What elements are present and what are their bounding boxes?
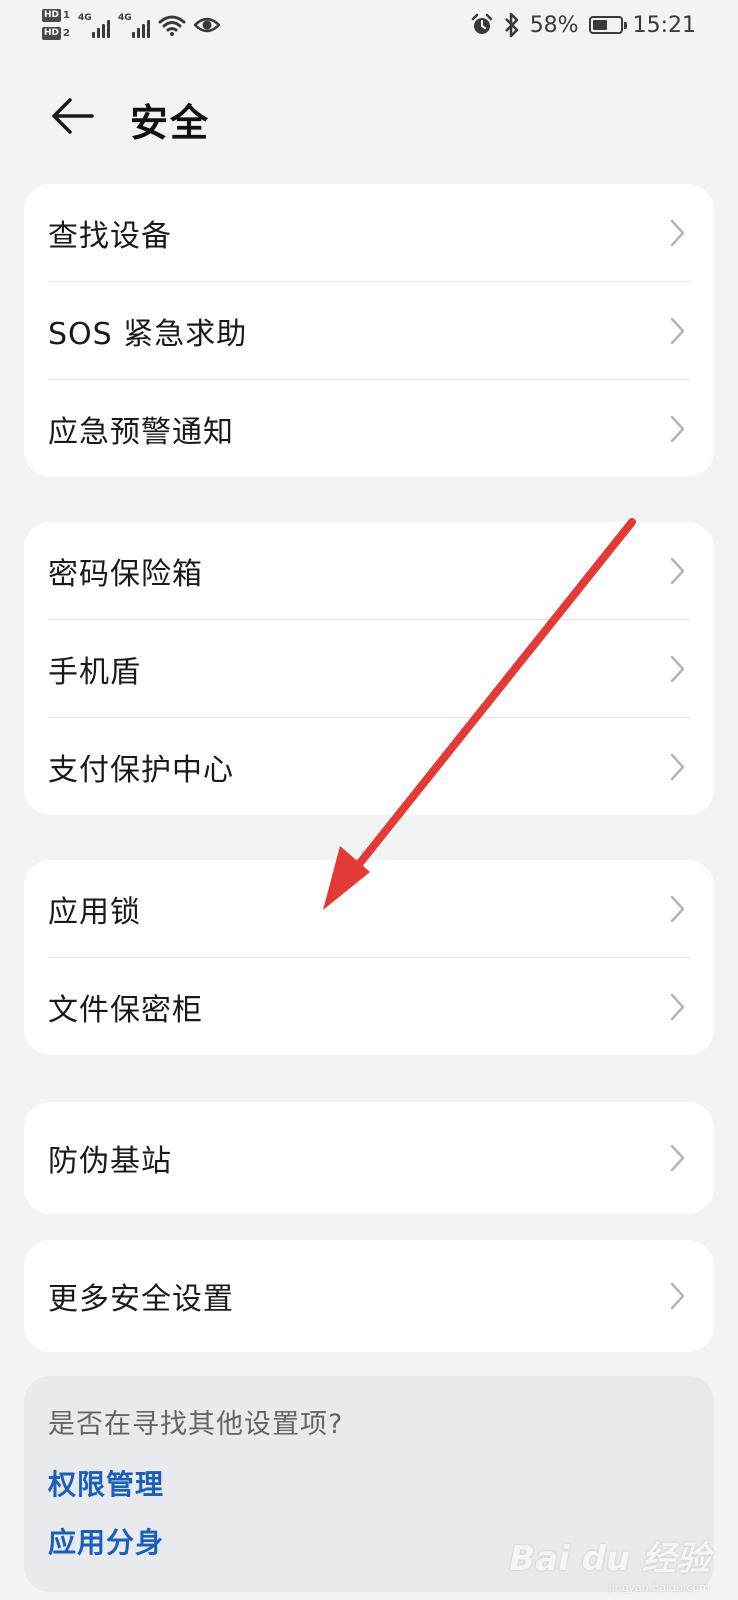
chevron-right-icon (670, 557, 685, 584)
app-lock-row[interactable]: 应用锁 (48, 860, 690, 957)
page-title: 安全 (130, 101, 211, 145)
row-label: 手机盾 (48, 654, 141, 690)
hd1-num: 1 (63, 10, 70, 21)
battery-icon (588, 16, 627, 34)
anti-fake-station-row[interactable]: 防伪基站 (48, 1102, 690, 1214)
chevron-right-icon (670, 1282, 685, 1310)
settings-group-2: 密码保险箱 手机盾 支付保护中心 (24, 522, 714, 815)
header: 安全 (0, 80, 738, 150)
sos-row[interactable]: SOS 紧急求助 (48, 281, 690, 379)
row-label: 更多安全设置 (48, 1282, 234, 1317)
status-bar: HD 1 HD 2 4G 4G 58% 15:21 (0, 0, 738, 56)
alarm-icon (471, 13, 492, 34)
settings-group-1: 查找设备 SOS 紧急求助 应急预警通知 (24, 184, 714, 477)
hd1-label: HD (42, 9, 62, 22)
phone-shield-row[interactable]: 手机盾 (48, 619, 690, 717)
payment-protection-row[interactable]: 支付保护中心 (48, 717, 690, 815)
wifi-icon (158, 15, 186, 36)
password-vault-row[interactable]: 密码保险箱 (48, 522, 690, 619)
back-button[interactable] (44, 88, 100, 144)
row-label: SOS 紧急求助 (48, 316, 248, 352)
chevron-right-icon (670, 1144, 685, 1172)
battery-percent: 58% (529, 12, 579, 38)
status-right: 58% 15:21 (470, 12, 696, 38)
signal-2-icon: 4G (118, 12, 150, 38)
hd2-label: HD (42, 27, 62, 40)
row-label: 支付保护中心 (48, 752, 234, 788)
permission-management-link[interactable]: 权限管理 (48, 1463, 690, 1503)
settings-group-4: 防伪基站 (24, 1102, 714, 1214)
bluetooth-icon (504, 12, 518, 38)
hd1-indicator: HD 1 (42, 8, 70, 23)
chevron-right-icon (670, 753, 685, 780)
row-label: 密码保险箱 (48, 556, 203, 592)
clock: 15:21 (632, 12, 696, 38)
find-device-row[interactable]: 查找设备 (48, 184, 690, 281)
watermark-brand: Bai du 经验 (509, 1539, 710, 1579)
status-left: HD 1 HD 2 4G 4G (42, 8, 220, 41)
watermark: Bai du 经验 jingyan.baidu.com (509, 1531, 710, 1594)
net2-label: 4G (117, 12, 132, 23)
chevron-right-icon (670, 415, 685, 442)
settings-group-3: 应用锁 文件保密柜 (24, 860, 714, 1055)
hd2-indicator: HD 2 (42, 26, 70, 41)
watermark-sub: jingyan.baidu.com (608, 1581, 710, 1594)
chevron-right-icon (670, 993, 685, 1020)
chevron-right-icon (670, 655, 685, 682)
row-label: 应急预警通知 (48, 414, 234, 450)
battery-fill (592, 20, 607, 30)
back-arrow-icon (52, 98, 94, 134)
hd-indicators: HD 1 HD 2 (42, 8, 70, 41)
more-security-row[interactable]: 更多安全设置 (48, 1240, 690, 1352)
eye-icon (193, 17, 220, 32)
emergency-alert-row[interactable]: 应急预警通知 (48, 379, 690, 477)
settings-group-5: 更多安全设置 (24, 1240, 714, 1352)
row-label: 防伪基站 (48, 1144, 172, 1179)
hd2-num: 2 (63, 28, 70, 39)
suggestion-question: 是否在寻找其他设置项? (48, 1409, 344, 1440)
row-label: 文件保密柜 (48, 992, 203, 1028)
chevron-right-icon (670, 219, 685, 246)
chevron-right-icon (670, 317, 685, 344)
net1-label: 4G (77, 12, 92, 23)
file-safe-row[interactable]: 文件保密柜 (48, 957, 690, 1055)
row-label: 应用锁 (48, 894, 141, 930)
signal-1-icon: 4G (78, 12, 110, 38)
row-label: 查找设备 (48, 218, 172, 254)
chevron-right-icon (670, 895, 685, 922)
